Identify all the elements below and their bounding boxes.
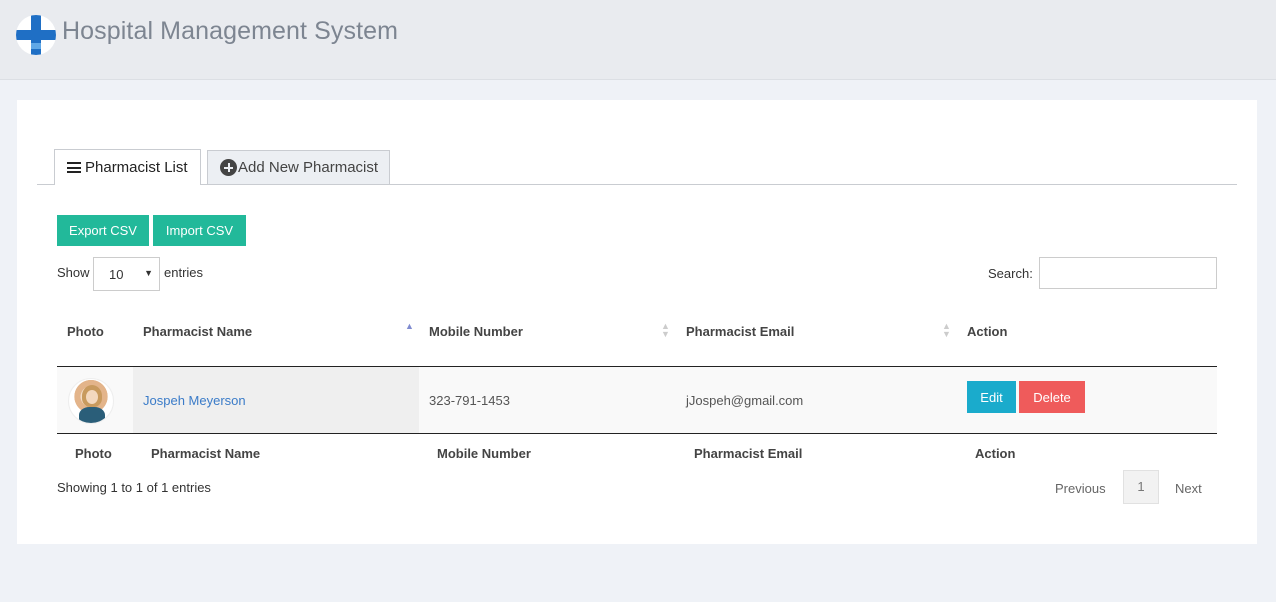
sort-both-icon: ▲ ▼ bbox=[942, 321, 951, 339]
tab-pharmacist-list[interactable]: Pharmacist List bbox=[54, 149, 201, 185]
footer-column-pharmacist-name: Pharmacist Name bbox=[151, 446, 261, 461]
mobile-number-cell: 323-791-1453 bbox=[429, 393, 510, 408]
footer-column-mobile-number: Mobile Number bbox=[437, 446, 531, 461]
sort-both-icon: ▲ ▼ bbox=[661, 321, 670, 339]
tab-bar: Pharmacist List Add New Pharmacist bbox=[37, 149, 1237, 185]
tab-pharmacist-list-label: Pharmacist List bbox=[85, 159, 188, 176]
search-label: Search: bbox=[988, 266, 1033, 281]
plus-circle-icon bbox=[220, 159, 237, 176]
tab-add-new-pharmacist[interactable]: Add New Pharmacist bbox=[207, 150, 390, 184]
export-csv-button[interactable]: Export CSV bbox=[57, 215, 149, 246]
column-header-pharmacist-name[interactable]: Pharmacist Name bbox=[143, 324, 252, 339]
main-panel: Pharmacist List Add New Pharmacist Expor… bbox=[17, 100, 1257, 544]
footer-column-action: Action bbox=[975, 446, 1016, 461]
top-header: Hospital Management System bbox=[0, 0, 1276, 80]
edit-button[interactable]: Edit bbox=[967, 381, 1016, 413]
entries-per-page-select[interactable]: 10 ▼ bbox=[93, 257, 160, 291]
show-label: Show bbox=[57, 265, 90, 280]
column-header-action: Action bbox=[967, 324, 1008, 339]
import-csv-button[interactable]: Import CSV bbox=[153, 215, 246, 246]
caret-down-icon: ▼ bbox=[144, 268, 153, 278]
footer-column-photo: Photo bbox=[75, 446, 112, 461]
delete-button[interactable]: Delete bbox=[1019, 381, 1085, 413]
pharmacist-name-link[interactable]: Jospeh Meyerson bbox=[143, 393, 246, 408]
avatar bbox=[68, 378, 114, 424]
pagination-previous[interactable]: Previous bbox=[1055, 481, 1106, 496]
app-title: Hospital Management System bbox=[62, 17, 399, 45]
pagination-page-1[interactable]: 1 bbox=[1123, 470, 1159, 504]
entries-label: entries bbox=[164, 265, 204, 280]
pagination-next[interactable]: Next bbox=[1175, 481, 1202, 496]
entries-select-value: 10 bbox=[109, 267, 124, 282]
hospital-cross-logo-icon bbox=[16, 15, 56, 55]
sort-ascending-icon: ▲ bbox=[405, 321, 414, 331]
table-info: Showing 1 to 1 of 1 entries bbox=[57, 480, 211, 495]
table-footer-divider bbox=[57, 433, 1217, 434]
column-header-photo: Photo bbox=[67, 324, 104, 339]
list-icon bbox=[67, 162, 81, 173]
search-input[interactable] bbox=[1039, 257, 1217, 289]
column-header-mobile-number[interactable]: Mobile Number bbox=[429, 324, 523, 339]
pharmacist-email-cell: jJospeh@gmail.com bbox=[686, 393, 804, 408]
footer-column-pharmacist-email: Pharmacist Email bbox=[694, 446, 803, 461]
column-header-pharmacist-email[interactable]: Pharmacist Email bbox=[686, 324, 794, 339]
tab-add-new-pharmacist-label: Add New Pharmacist bbox=[238, 159, 379, 176]
